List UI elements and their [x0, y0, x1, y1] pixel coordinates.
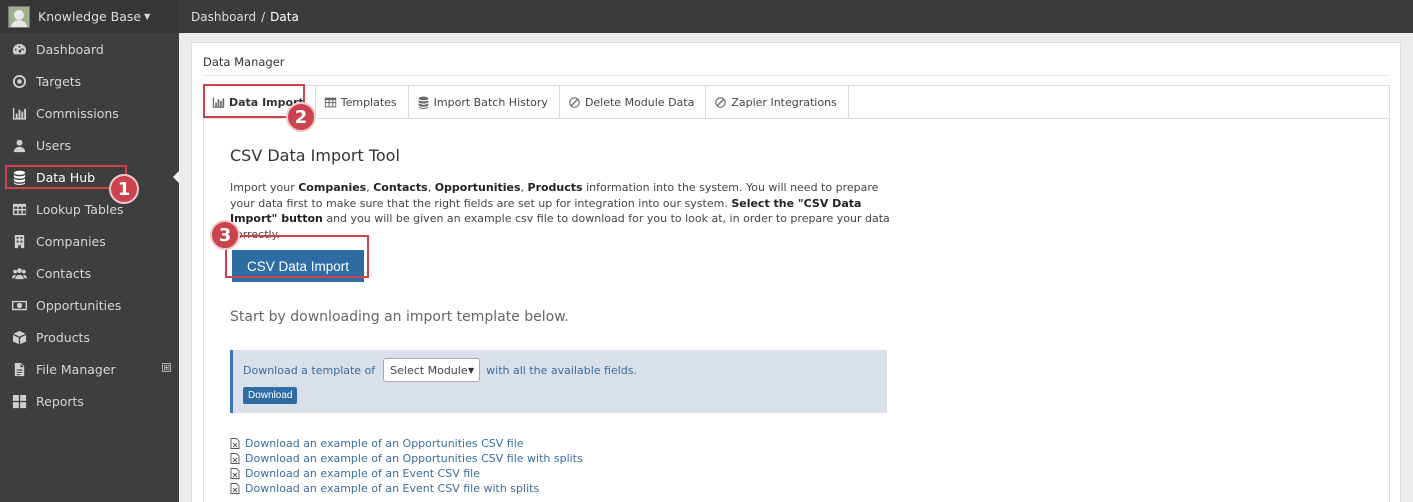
list-item[interactable]: Download an example of an Opportunities … — [230, 451, 583, 466]
csv-data-import-button[interactable]: CSV Data Import — [232, 250, 364, 282]
breadcrumb-current: Data — [270, 9, 299, 24]
bar-chart-icon — [212, 96, 225, 109]
sidebar-item-commissions[interactable]: Commissions — [0, 97, 179, 129]
ban-icon — [714, 96, 727, 109]
ban-icon — [568, 96, 581, 109]
breadcrumb: Dashboard / Data — [179, 0, 1413, 33]
tab-import-batch-history[interactable]: Import Batch History — [409, 86, 560, 118]
sidebar-item-dashboard[interactable]: Dashboard — [0, 33, 179, 65]
data-manager-panel: Data Manager Data Import Templates Impor… — [191, 42, 1401, 502]
target-icon — [11, 73, 27, 89]
users-icon — [11, 265, 27, 281]
page-title: CSV Data Import Tool — [230, 146, 400, 165]
sidebar-item-products[interactable]: Products — [0, 321, 179, 353]
box-icon — [11, 329, 27, 345]
sidebar-item-lookup-tables[interactable]: Lookup Tables — [0, 193, 179, 225]
file-csv-icon — [230, 483, 240, 494]
sidebar-item-users[interactable]: Users — [0, 129, 179, 161]
dashboard-icon — [11, 41, 27, 57]
tab-zapier-integrations[interactable]: Zapier Integrations — [706, 86, 849, 118]
file-icon — [11, 361, 27, 377]
sidebar-item-opportunities[interactable]: Opportunities — [0, 289, 179, 321]
step-badge-1: 1 — [109, 174, 139, 204]
step-badge-3: 3 — [210, 220, 240, 250]
template-download-box: Download a template of Select Module ▼ w… — [230, 350, 887, 413]
sidebar: Knowledge Base ▼ Dashboard Targets Commi… — [0, 0, 179, 502]
brand-menu[interactable]: Knowledge Base ▼ — [0, 0, 179, 33]
table-icon — [324, 96, 337, 109]
template-row: Download a template of Select Module ▼ w… — [243, 358, 637, 382]
sidebar-item-file-manager[interactable]: File Manager ⊞ — [0, 353, 179, 385]
list-item[interactable]: Download an example of an Event CSV file… — [230, 481, 583, 496]
module-select-value: Select Module — [390, 363, 468, 377]
expand-icon[interactable]: ⊞ — [162, 363, 171, 372]
panel-title: Data Manager — [203, 55, 285, 69]
file-csv-icon — [230, 468, 240, 479]
building-icon — [11, 233, 27, 249]
table-icon — [11, 201, 27, 217]
database-icon — [11, 169, 27, 185]
tab-templates[interactable]: Templates — [316, 86, 409, 118]
sidebar-item-targets[interactable]: Targets — [0, 65, 179, 97]
template-suffix: with all the available fields. — [486, 363, 638, 377]
tab-bar: Data Import Templates Import Batch Histo… — [203, 85, 1390, 119]
file-csv-icon — [230, 438, 240, 449]
template-prefix: Download a template of — [243, 363, 376, 377]
breadcrumb-separator: / — [261, 9, 266, 24]
sidebar-item-contacts[interactable]: Contacts — [0, 257, 179, 289]
chevron-down-icon: ▼ — [144, 12, 151, 21]
list-item[interactable]: Download an example of an Event CSV file — [230, 466, 583, 481]
example-links: Download an example of an Opportunities … — [230, 436, 583, 496]
sidebar-item-data-hub[interactable]: Data Hub — [0, 161, 179, 193]
chevron-down-icon: ▼ — [468, 365, 475, 375]
list-item[interactable]: Download an example of an Opportunities … — [230, 436, 583, 451]
money-icon — [11, 297, 27, 313]
sidebar-item-companies[interactable]: Companies — [0, 225, 179, 257]
intro-text: Import your Companies, Contacts, Opportu… — [230, 181, 890, 241]
tab-delete-module-data[interactable]: Delete Module Data — [560, 86, 707, 118]
step-badge-2: 2 — [286, 102, 316, 132]
module-select[interactable]: Select Module ▼ — [383, 358, 481, 382]
bar-chart-icon — [11, 105, 27, 121]
user-icon — [11, 137, 27, 153]
start-instructions: Start by downloading an import template … — [230, 309, 569, 325]
avatar — [8, 5, 30, 28]
grid-icon — [11, 393, 27, 409]
main-content: Data Manager Data Import Templates Impor… — [179, 33, 1413, 502]
breadcrumb-dashboard[interactable]: Dashboard — [191, 10, 256, 24]
sidebar-nav: Dashboard Targets Commissions Users Data… — [0, 33, 179, 417]
divider — [203, 75, 1389, 76]
file-csv-icon — [230, 453, 240, 464]
brand-name: Knowledge Base — [38, 9, 142, 24]
database-icon — [417, 96, 430, 109]
download-button[interactable]: Download — [243, 387, 298, 404]
sidebar-item-reports[interactable]: Reports — [0, 385, 179, 417]
